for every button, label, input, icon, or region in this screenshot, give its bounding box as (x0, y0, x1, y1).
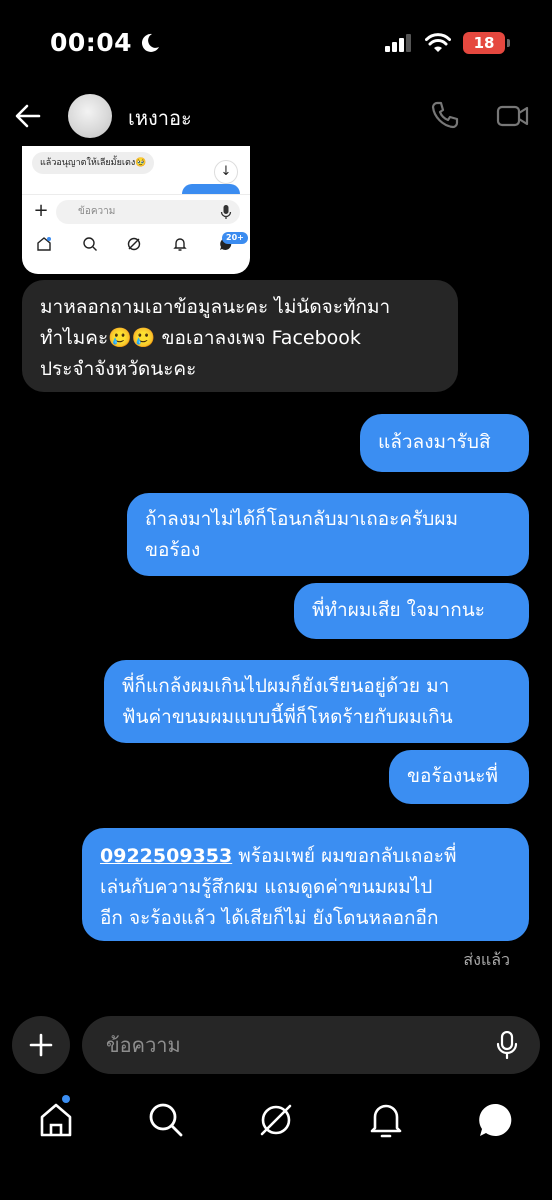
message-line: 0922509353 พร้อมเพย์ ผมขอกลับเถอะพี่ (100, 841, 511, 872)
seen-status: ส่งแล้ว (463, 950, 510, 969)
clock: 00:04 (50, 28, 133, 57)
preview-incoming-bubble: แล้วอนุญาตให้เลียมั้ยเตง🥹 (32, 152, 155, 174)
signal-icon (385, 34, 411, 52)
preview-divider (22, 194, 250, 195)
plus-icon (29, 1033, 53, 1057)
preview-explore-icon (127, 237, 141, 251)
message-line: ถ้าลงมาไม่ได้ก็โอนกลับมาเถอะครับผม (145, 508, 459, 530)
status-bar: 00:04 18 (0, 28, 552, 64)
microphone-icon[interactable] (496, 1031, 518, 1059)
message-outgoing[interactable]: พี่ก็แกล้งผมเกินไปผมก็ยังเรียนอยู่ด้วย ม… (104, 660, 529, 743)
preview-outgoing-bubble (182, 184, 240, 194)
chat-header: เหงาอะ (0, 90, 552, 142)
battery-indicator: 18 (463, 32, 505, 54)
explore-icon[interactable] (256, 1100, 296, 1140)
preview-nav: 20+ (22, 230, 250, 260)
message-line: ขอร้อง (145, 539, 201, 561)
moon-icon (142, 33, 160, 52)
home-notification-dot (62, 1095, 70, 1103)
message-line: ประจำจังหวัดนะคะ (40, 358, 197, 380)
home-icon[interactable] (36, 1100, 76, 1140)
messages-icon[interactable] (476, 1100, 516, 1140)
phone-icon[interactable] (430, 100, 460, 130)
message-line-rest: พร้อมเพย์ ผมขอกลับเถอะพี่ (232, 845, 457, 867)
chat-screen: 00:04 18 เหงาอะ แล้วอนุญาตให้เลียมั้ยเตง… (0, 0, 552, 1200)
message-line: ทำไมคะ🥲🥲 ขอเอาลงเพจ Facebook (40, 327, 361, 349)
message-line: แล้วลงมารับสิ (378, 431, 491, 453)
message-line: พี่ทำผมเสีย ใจมากนะ (312, 599, 485, 621)
preview-mic-icon (220, 205, 232, 219)
message-outgoing[interactable]: 0922509353 พร้อมเพย์ ผมขอกลับเถอะพี่ เล่… (82, 828, 529, 941)
message-outgoing[interactable]: พี่ทำผมเสีย ใจมากนะ (294, 583, 529, 639)
avatar[interactable] (68, 94, 112, 138)
wifi-icon (425, 33, 451, 52)
search-icon[interactable] (146, 1100, 186, 1140)
message-input[interactable]: ข้อความ (82, 1016, 540, 1074)
battery-nub (507, 39, 510, 47)
preview-search-icon (83, 237, 97, 251)
add-attachment-button[interactable] (12, 1016, 70, 1074)
video-camera-icon[interactable] (496, 102, 530, 130)
message-line: มาหลอกถามเอาข้อมูลนะคะ ไม่นัดจะทักมา (40, 296, 391, 318)
message-outgoing[interactable]: ถ้าลงมาไม่ได้ก็โอนกลับมาเถอะครับผม ขอร้อ… (127, 493, 529, 576)
status-indicators: 18 (385, 32, 510, 54)
bottom-navigation (0, 1095, 552, 1140)
phone-number-link[interactable]: 0922509353 (100, 845, 232, 867)
message-outgoing[interactable]: ขอร้องนะพี่ (389, 750, 529, 804)
message-outgoing[interactable]: แล้วลงมารับสิ (360, 414, 529, 472)
preview-input: ข้อความ (56, 200, 240, 224)
preview-badge: 20+ (222, 232, 248, 244)
message-input-placeholder: ข้อความ (106, 1033, 181, 1057)
composer: ข้อความ (0, 1016, 552, 1074)
message-line: ขอร้องนะพี่ (407, 765, 499, 787)
status-time-group: 00:04 (50, 28, 160, 57)
battery-group: 18 (463, 32, 510, 54)
back-arrow-icon[interactable] (14, 102, 42, 130)
preview-heart-icon (173, 238, 187, 251)
preview-plus-icon: + (33, 200, 49, 221)
message-line: เล่นกับความรู้สึกผม แถมดูดค่าขนมผมไป (100, 876, 433, 898)
preview-home-icon (37, 237, 51, 251)
message-line: ฟันค่าขนมผมแบบนี้พี่ก็โหดร้ายกับผมเกิน (122, 706, 453, 728)
scroll-down-icon: ↓ (214, 160, 238, 184)
heart-icon[interactable] (366, 1100, 406, 1140)
message-line: พี่ก็แกล้งผมเกินไปผมก็ยังเรียนอยู่ด้วย ม… (122, 675, 450, 697)
message-line: อีก จะร้องแล้ว ได้เสียก็ไม่ ยังโดนหลอกอี… (100, 907, 439, 929)
contact-name[interactable]: เหงาอะ (128, 102, 192, 134)
message-incoming[interactable]: มาหลอกถามเอาข้อมูลนะคะ ไม่นัดจะทักมา ทำไ… (22, 280, 458, 392)
preview-input-placeholder: ข้อความ (78, 206, 116, 217)
image-attachment[interactable]: แล้วอนุญาตให้เลียมั้ยเตง🥹 ↓ + ข้อความ 20… (22, 146, 250, 274)
